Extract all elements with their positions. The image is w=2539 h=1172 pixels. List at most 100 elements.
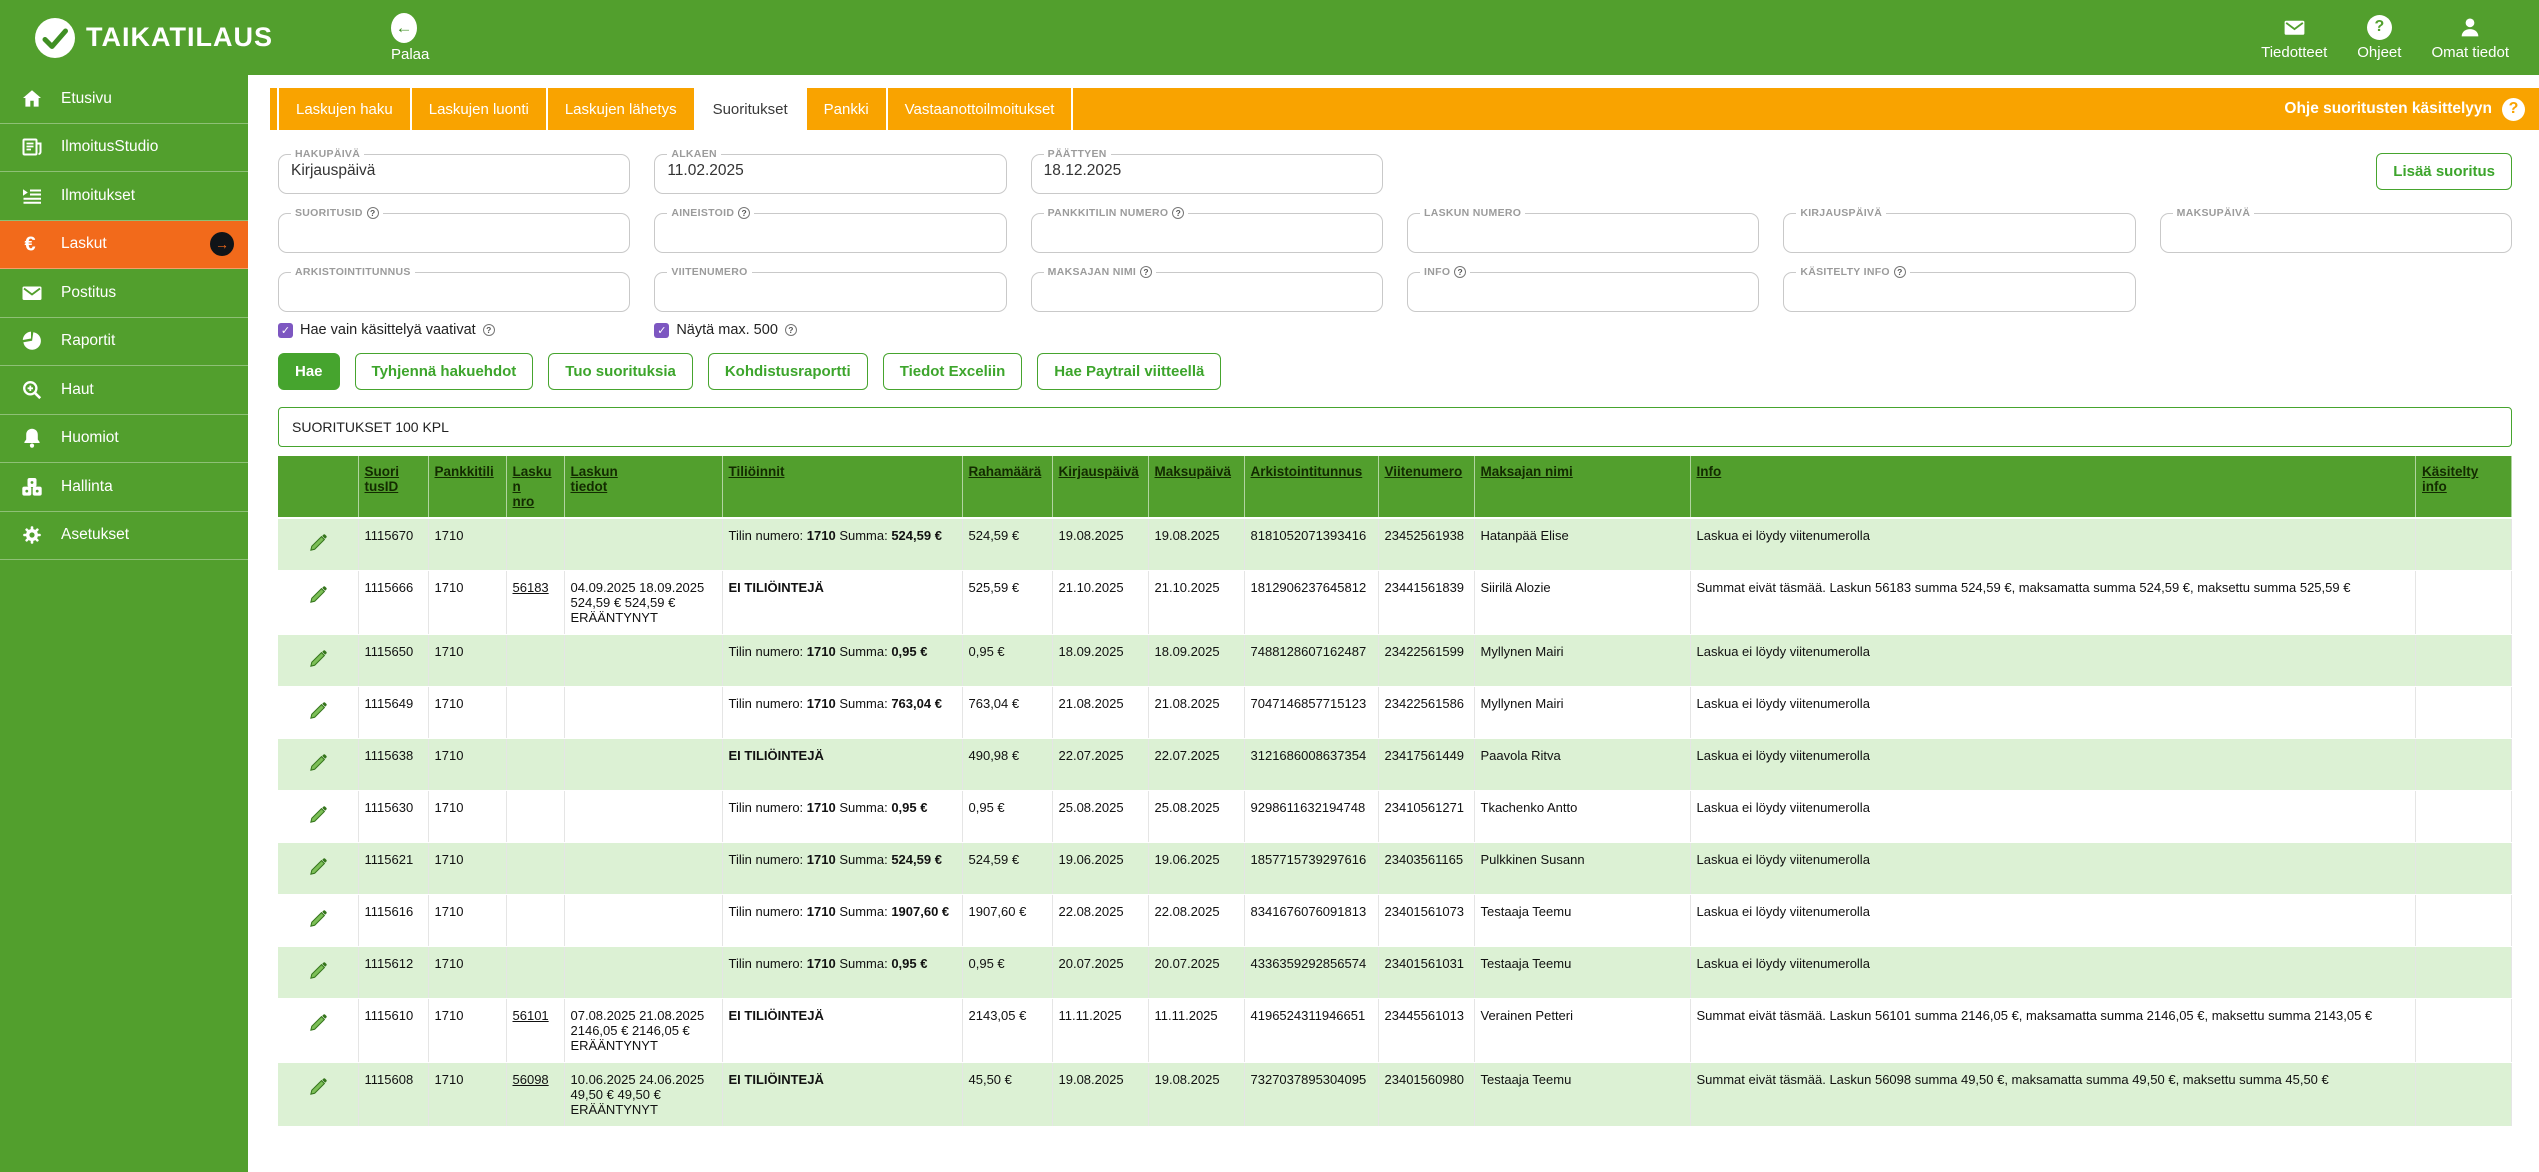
arkistointitunnus-input[interactable] [291,279,617,298]
nav-omat-tiedot[interactable]: Omat tiedot [2431,15,2509,61]
edit-suoritus-button[interactable] [307,804,329,829]
field-aineistoid: AINEISTOID? [654,207,1006,253]
field-help-icon[interactable]: ? [1894,266,1906,278]
tab-laskujen-l-hetys[interactable]: Laskujen lähetys [548,88,696,130]
suoritus-row: 11156701710Tilin numero: 1710 Summa: 524… [278,518,2512,570]
invoice-link[interactable]: 56101 [513,1008,549,1023]
checkbox-vaativat[interactable]: ✓ Hae vain käsittelyä vaativat ? [278,322,630,338]
column-header-laskun-tiedot[interactable]: Laskun tiedot [564,456,722,518]
field-help-icon[interactable]: ? [1172,207,1184,219]
column-header-maksupäivä[interactable]: Maksupäivä [1148,456,1244,518]
paattyen-input[interactable] [1044,161,1370,180]
excel-export-button[interactable]: Tiedot Exceliin [883,353,1023,390]
alkaen-input[interactable] [667,161,993,180]
hakupaiva-input[interactable] [291,161,617,180]
kohdistusraportti-button[interactable]: Kohdistusraportti [708,353,868,390]
column-header-käsitelty-info[interactable]: Käsitelty info [2416,456,2512,518]
column-header-tiliöinnit[interactable]: Tiliöinnit [722,456,962,518]
column-header-laskun-nro[interactable]: Laskun nro [506,456,564,518]
field-help-icon[interactable]: ? [1454,266,1466,278]
column-header-suori-tusid[interactable]: Suori tusID [358,456,428,518]
kirjauspaiva-input[interactable] [1796,220,2122,239]
field-help-icon[interactable]: ? [1140,266,1152,278]
sidebar-item-hallinta[interactable]: Hallinta [0,463,248,512]
sidebar-item-etusivu[interactable]: Etusivu [0,75,248,124]
checkbox-nayta-max[interactable]: ✓ Näytä max. 500 ? [654,322,1006,338]
invoice-link[interactable]: 56098 [513,1072,549,1087]
sidebar: EtusivuIlmoitusStudioIlmoitukset€Laskut→… [0,75,248,1172]
sidebar-item-asetukset[interactable]: Asetukset [0,512,248,561]
checkbox-help-icon[interactable]: ? [785,324,797,336]
nav-ohjeet[interactable]: ? Ohjeet [2357,15,2401,61]
cell-maksupaiva: 22.08.2025 [1148,894,1244,946]
cell-kasitelty-info [2416,518,2512,570]
column-header-arkistointitunnus[interactable]: Arkistointitunnus [1244,456,1378,518]
import-suoritukset-button[interactable]: Tuo suorituksia [548,353,693,390]
edit-suoritus-button[interactable] [307,1012,329,1037]
cell-info: Laskua ei löydy viitenumerolla [1690,894,2416,946]
column-header-maksajan-nimi[interactable]: Maksajan nimi [1474,456,1690,518]
cell-rahamaara: 0,95 € [962,634,1052,686]
sidebar-item-ilmoitukset[interactable]: Ilmoitukset [0,172,248,221]
tab-vastaanottoilmoitukset[interactable]: Vastaanottoilmoitukset [888,88,1074,130]
field-help-icon[interactable]: ? [367,207,379,219]
column-header-viitenumero[interactable]: Viitenumero [1378,456,1474,518]
open-section-arrow-icon[interactable]: → [210,232,234,256]
sidebar-item-laskut[interactable]: €Laskut→ [0,221,248,270]
suoritusid-input[interactable] [291,220,617,239]
laskun-numero-input[interactable] [1420,220,1746,239]
edit-suoritus-button[interactable] [307,584,329,609]
edit-suoritus-button[interactable] [307,960,329,985]
nav-tiedotteet[interactable]: Tiedotteet [2261,15,2327,61]
cell-info: Laskua ei löydy viitenumerolla [1690,790,2416,842]
paytrail-search-button[interactable]: Hae Paytrail viitteellä [1037,353,1221,390]
column-header-info[interactable]: Info [1690,456,2416,518]
edit-suoritus-button[interactable] [307,648,329,673]
sidebar-item-haut[interactable]: Haut [0,366,248,415]
edit-suoritus-button[interactable] [307,752,329,777]
maksajan-nimi-input[interactable] [1044,279,1370,298]
sidebar-item-huomiot[interactable]: Huomiot [0,415,248,464]
checkbox-help-icon[interactable]: ? [483,324,495,336]
field-viitenumero: VIITENUMERO [654,266,1006,312]
pankkitilin-numero-input[interactable] [1044,220,1370,239]
cell-info: Laskua ei löydy viitenumerolla [1690,518,2416,570]
viitenumero-input[interactable] [667,279,993,298]
back-button[interactable]: ← Palaa [391,13,429,63]
edit-suoritus-button[interactable] [307,908,329,933]
info-input[interactable] [1420,279,1746,298]
column-header-pankkitili[interactable]: Pankkitili [428,456,506,518]
maksupaiva-input[interactable] [2173,220,2499,239]
cell-maksupaiva: 18.09.2025 [1148,634,1244,686]
clear-filters-button[interactable]: Tyhjennä hakuehdot [355,353,534,390]
cell-rahamaara: 490,98 € [962,738,1052,790]
aineistoid-input[interactable] [667,220,993,239]
kasitelty-info-input[interactable] [1796,279,2122,298]
cell-kirjauspaiva: 19.08.2025 [1052,1062,1148,1126]
column-header-label: Viitenumero [1385,464,1463,479]
sidebar-item-raportit[interactable]: Raportit [0,318,248,367]
search-button[interactable]: Hae [278,353,340,390]
cell-suoritusid: 1115610 [358,998,428,1062]
edit-suoritus-button[interactable] [307,532,329,557]
cell-maksajan-nimi: Hatanpää Elise [1474,518,1690,570]
field-help-icon[interactable]: ? [738,207,750,219]
edit-suoritus-button[interactable] [307,1076,329,1101]
cell-info: Laskua ei löydy viitenumerolla [1690,634,2416,686]
edit-suoritus-button[interactable] [307,700,329,725]
tab-suoritukset[interactable]: Suoritukset [696,88,807,130]
cell-suoritusid: 1115649 [358,686,428,738]
column-header-rahamäärä[interactable]: Rahamäärä [962,456,1052,518]
tab-laskujen-luonti[interactable]: Laskujen luonti [412,88,548,130]
column-header-kirjauspäivä[interactable]: Kirjauspäivä [1052,456,1148,518]
suoritukset-help-link[interactable]: Ohje suoritusten käsittelyyn? [2284,88,2539,130]
sidebar-item-postitus[interactable]: Postitus [0,269,248,318]
sidebar-item-ilmoitusstudio[interactable]: IlmoitusStudio [0,124,248,173]
pie-icon [20,329,44,353]
cell-maksupaiva: 22.07.2025 [1148,738,1244,790]
invoice-link[interactable]: 56183 [513,580,549,595]
tab-laskujen-haku[interactable]: Laskujen haku [277,88,412,130]
tab-pankki[interactable]: Pankki [807,88,888,130]
edit-suoritus-button[interactable] [307,856,329,881]
add-suoritus-button[interactable]: Lisää suoritus [2376,153,2512,190]
